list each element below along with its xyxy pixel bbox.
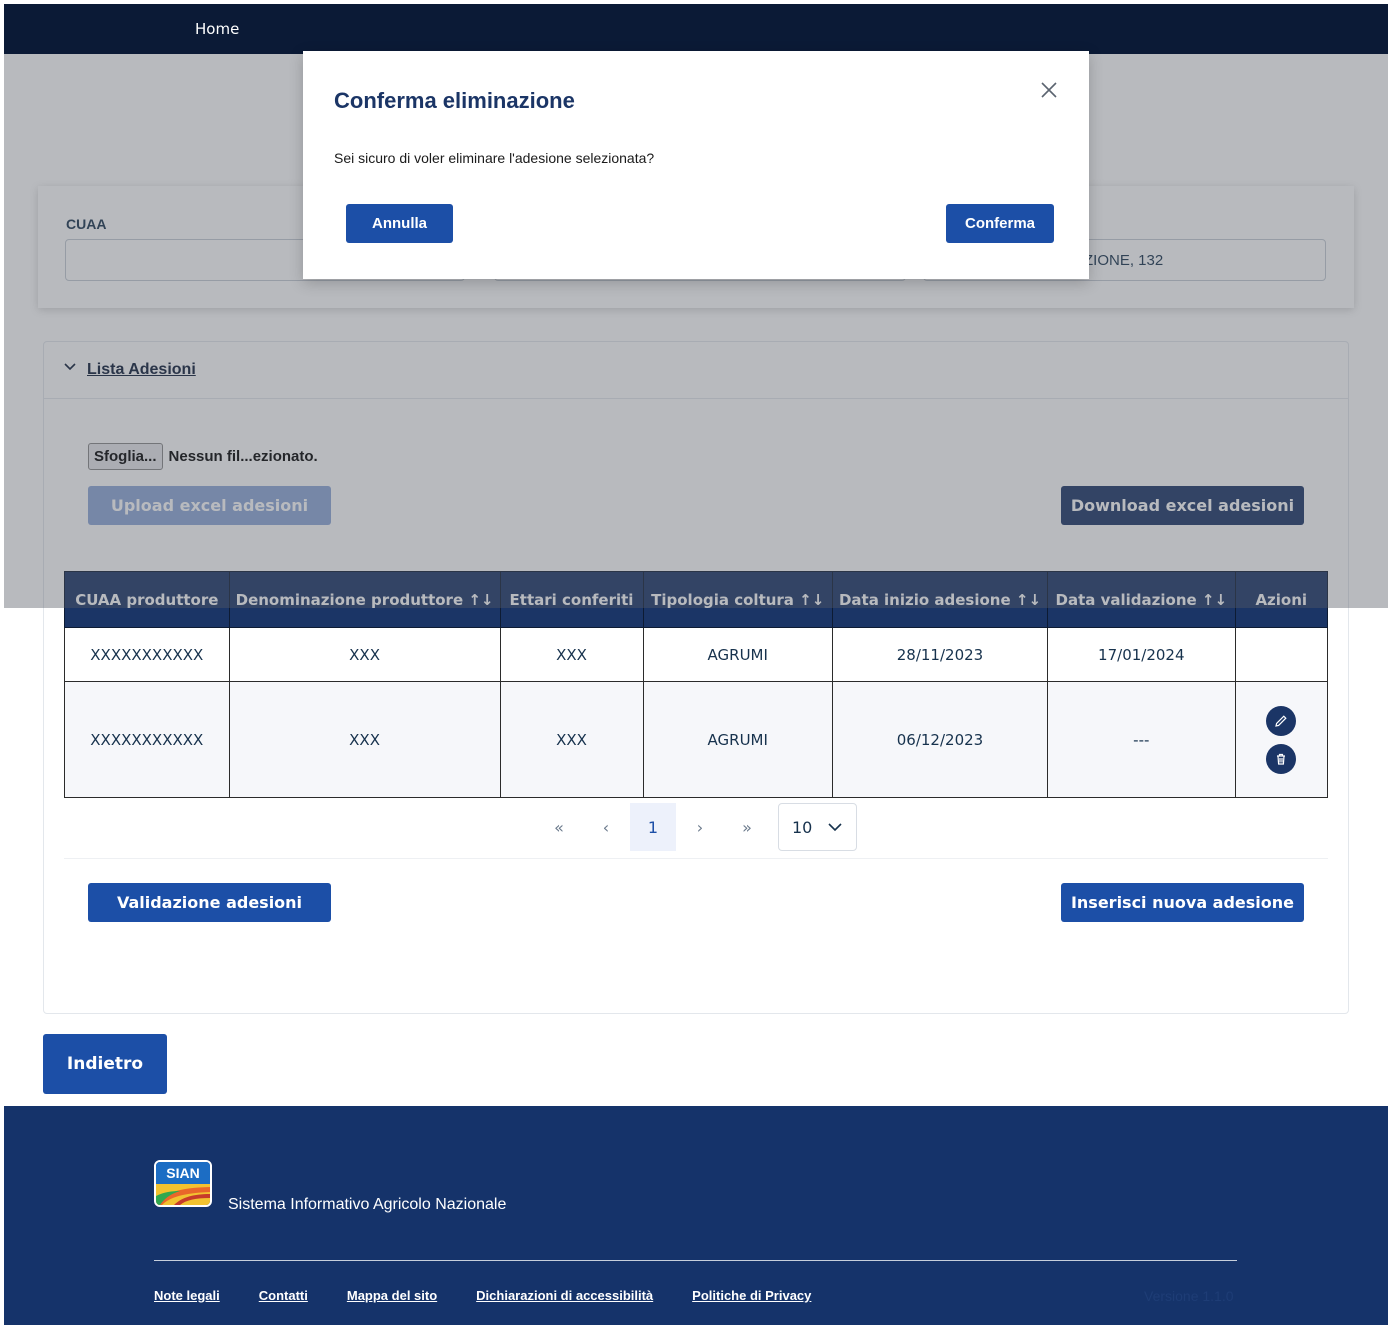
system-name: Sistema Informativo Agricolo Nazionale	[228, 1196, 507, 1213]
link-mappa-sito[interactable]: Mappa del sito	[347, 1288, 437, 1303]
nav-home-link[interactable]: Home	[195, 20, 239, 38]
cell-denominazione: XXX	[228, 627, 501, 682]
divider	[64, 858, 1328, 859]
page-1-button[interactable]: 1	[630, 803, 676, 851]
page-size-select[interactable]: 10	[778, 803, 857, 851]
cell-azioni	[1234, 681, 1329, 798]
cell-data-validazione: 17/01/2024	[1047, 627, 1236, 682]
cell-tipologia: AGRUMI	[642, 627, 833, 682]
footer-links: Note legali Contatti Mappa del sito Dich…	[154, 1288, 850, 1303]
footer-divider	[154, 1260, 1237, 1261]
cell-azioni	[1234, 627, 1329, 682]
modal-message: Sei sicuro di voler eliminare l'adesione…	[334, 150, 655, 166]
next-page-button[interactable]: ›	[677, 803, 723, 851]
cell-ettari: XXX	[499, 681, 644, 798]
version-text: Versione 1.1.0	[1144, 1288, 1234, 1304]
back-button[interactable]: Indietro	[43, 1034, 167, 1094]
chevron-down-icon	[828, 823, 842, 832]
link-accessibilita[interactable]: Dichiarazioni di accessibilità	[476, 1288, 653, 1303]
trash-icon	[1277, 753, 1286, 765]
pagination: « ‹ 1 › » 10	[0, 803, 1394, 851]
footer: SIAN Sistema Informativo Agricolo Nazion…	[4, 1106, 1388, 1325]
link-privacy[interactable]: Politiche di Privacy	[692, 1288, 811, 1303]
cell-denominazione: XXX	[228, 681, 501, 798]
sian-logo: SIAN	[154, 1160, 212, 1207]
link-note-legali[interactable]: Note legali	[154, 1288, 220, 1303]
insert-adesione-button[interactable]: Inserisci nuova adesione	[1061, 883, 1304, 922]
first-page-button[interactable]: «	[536, 803, 582, 851]
prev-page-button[interactable]: ‹	[583, 803, 629, 851]
cell-data-inizio: 28/11/2023	[831, 627, 1049, 682]
table-row: XXXXXXXXXXX XXX XXX AGRUMI 28/11/2023 17…	[64, 627, 1329, 682]
cell-ettari: XXX	[499, 627, 644, 682]
last-page-button[interactable]: »	[724, 803, 770, 851]
delete-button[interactable]	[1266, 743, 1297, 774]
cell-data-inizio: 06/12/2023	[831, 681, 1049, 798]
cell-cuaa: XXXXXXXXXXX	[64, 627, 230, 682]
edit-button[interactable]	[1266, 705, 1297, 736]
validate-adesioni-button[interactable]: Validazione adesioni	[88, 883, 331, 922]
confirm-button[interactable]: Conferma	[946, 204, 1054, 243]
top-navbar: Home	[4, 4, 1388, 54]
close-icon[interactable]	[1038, 79, 1060, 101]
cell-cuaa: XXXXXXXXXXX	[64, 681, 230, 798]
modal-title: Conferma eliminazione	[334, 88, 575, 113]
cell-data-validazione: ---	[1047, 681, 1236, 798]
table-row: XXXXXXXXXXX XXX XXX AGRUMI 06/12/2023 --…	[64, 681, 1329, 798]
cell-tipologia: AGRUMI	[642, 681, 833, 798]
link-contatti[interactable]: Contatti	[259, 1288, 308, 1303]
pencil-icon	[1275, 714, 1287, 727]
page-size-value: 10	[792, 817, 813, 837]
logo-text: SIAN	[156, 1162, 210, 1184]
logo-fields-icon	[156, 1184, 210, 1205]
cancel-button[interactable]: Annulla	[346, 204, 453, 243]
confirm-delete-modal: Conferma eliminazione Sei sicuro di vole…	[303, 51, 1089, 279]
